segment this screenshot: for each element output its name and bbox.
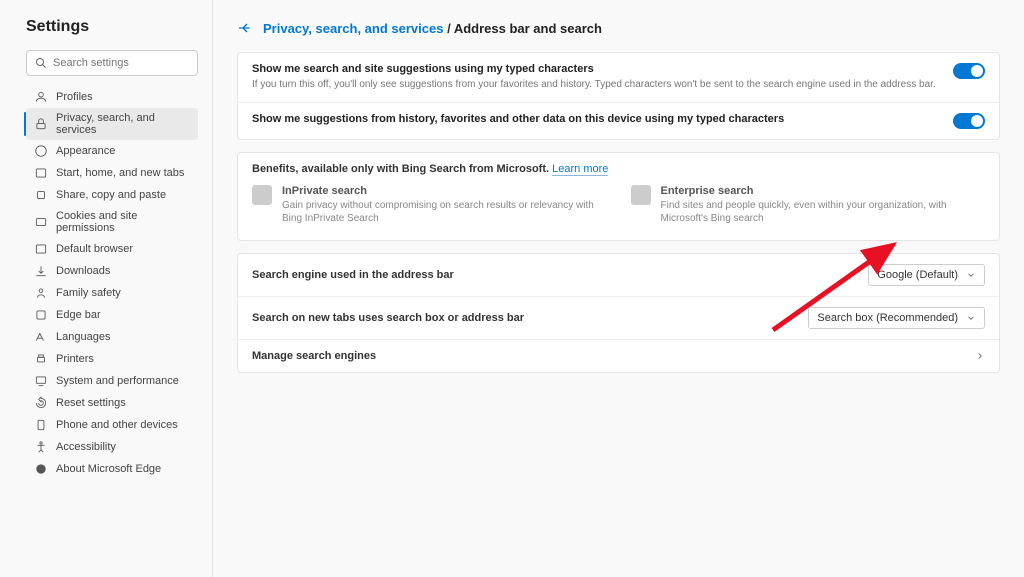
suggestions-card: Show me search and site suggestions usin… <box>237 52 1000 140</box>
benefit2-desc: Find sites and people quickly, even with… <box>661 199 986 226</box>
typed-suggestions-toggle[interactable] <box>953 63 985 79</box>
sidebar-item-label: Family safety <box>56 287 121 299</box>
search-settings-box[interactable] <box>26 50 198 76</box>
benefit1-desc: Gain privacy without compromising on sea… <box>282 199 607 226</box>
sidebar-item-system[interactable]: System and performance <box>26 370 198 392</box>
chevron-right-icon <box>975 351 985 361</box>
new-tabs-dropdown[interactable]: Search box (Recommended) <box>808 307 985 329</box>
breadcrumb-parent[interactable]: Privacy, search, and services <box>263 21 443 36</box>
system-icon <box>34 374 48 388</box>
manage-search-engines[interactable]: Manage search engines <box>238 339 999 372</box>
sidebar-item-edgebar[interactable]: Edge bar <box>26 304 198 326</box>
sidebar-item-label: About Microsoft Edge <box>56 463 161 475</box>
sidebar-item-label: Privacy, search, and services <box>56 112 190 136</box>
profile-icon <box>34 90 48 104</box>
chevron-down-icon <box>966 270 976 280</box>
history-suggestions-toggle[interactable] <box>953 113 985 129</box>
appearance-icon <box>34 144 48 158</box>
tabs-icon <box>34 166 48 180</box>
typed-suggestions-sub: If you turn this off, you'll only see su… <box>252 78 939 92</box>
sidebar-item-phone[interactable]: Phone and other devices <box>26 414 198 436</box>
search-engine-value: Google (Default) <box>877 269 958 281</box>
sidebar-item-reset[interactable]: Reset settings <box>26 392 198 414</box>
cookies-icon <box>34 215 48 229</box>
history-suggestions-title: Show me suggestions from history, favori… <box>252 113 939 125</box>
inprivate-icon <box>252 185 272 205</box>
search-engine-label: Search engine used in the address bar <box>252 269 454 281</box>
download-icon <box>34 264 48 278</box>
sidebar-item-profiles[interactable]: Profiles <box>26 86 198 108</box>
phone-icon <box>34 418 48 432</box>
share-icon <box>34 188 48 202</box>
sidebar-item-label: Downloads <box>56 265 110 277</box>
sidebar-item-label: Cookies and site permissions <box>56 210 190 234</box>
accessibility-icon <box>34 440 48 454</box>
sidebar-item-default[interactable]: Default browser <box>26 238 198 260</box>
search-engine-dropdown[interactable]: Google (Default) <box>868 264 985 286</box>
nav-list: Profiles Privacy, search, and services A… <box>26 86 198 480</box>
sidebar-item-accessibility[interactable]: Accessibility <box>26 436 198 458</box>
sidebar-item-label: Profiles <box>56 91 93 103</box>
breadcrumb-current: Address bar and search <box>454 21 602 36</box>
sidebar-item-label: Accessibility <box>56 441 116 453</box>
chevron-down-icon <box>966 313 976 323</box>
benefit1-title: InPrivate search <box>282 185 607 197</box>
typed-suggestions-title: Show me search and site suggestions usin… <box>252 63 939 75</box>
sidebar-item-label: Phone and other devices <box>56 419 178 431</box>
sidebar-item-about[interactable]: About Microsoft Edge <box>26 458 198 480</box>
browser-icon <box>34 242 48 256</box>
edgebar-icon <box>34 308 48 322</box>
sidebar-item-family[interactable]: Family safety <box>26 282 198 304</box>
sidebar-item-share[interactable]: Share, copy and paste <box>26 184 198 206</box>
printer-icon <box>34 352 48 366</box>
enterprise-icon <box>631 185 651 205</box>
edge-icon <box>34 462 48 476</box>
benefits-head-text: Benefits, available only with Bing Searc… <box>252 163 549 175</box>
search-input[interactable] <box>53 57 195 69</box>
search-icon <box>35 57 47 69</box>
sidebar-item-label: Languages <box>56 331 110 343</box>
sidebar-item-languages[interactable]: Languages <box>26 326 198 348</box>
sidebar-item-printers[interactable]: Printers <box>26 348 198 370</box>
sidebar-item-appearance[interactable]: Appearance <box>26 140 198 162</box>
search-engine-card: Search engine used in the address bar Go… <box>237 253 1000 373</box>
manage-label: Manage search engines <box>252 350 376 362</box>
back-icon[interactable] <box>237 20 253 36</box>
main-content: Privacy, search, and services / Address … <box>213 0 1024 577</box>
reset-icon <box>34 396 48 410</box>
sidebar-item-label: Start, home, and new tabs <box>56 167 184 179</box>
sidebar-item-downloads[interactable]: Downloads <box>26 260 198 282</box>
learn-more-link[interactable]: Learn more <box>552 163 608 176</box>
benefits-card: Benefits, available only with Bing Searc… <box>237 152 1000 241</box>
breadcrumb: Privacy, search, and services / Address … <box>237 20 1000 36</box>
sidebar-item-label: Default browser <box>56 243 133 255</box>
new-tabs-value: Search box (Recommended) <box>817 312 958 324</box>
sidebar-item-start[interactable]: Start, home, and new tabs <box>26 162 198 184</box>
sidebar-item-label: Share, copy and paste <box>56 189 166 201</box>
sidebar-item-label: Edge bar <box>56 309 101 321</box>
sidebar-item-label: Reset settings <box>56 397 126 409</box>
sidebar-item-label: Printers <box>56 353 94 365</box>
sidebar-item-cookies[interactable]: Cookies and site permissions <box>26 206 198 238</box>
lock-icon <box>34 117 48 131</box>
settings-title: Settings <box>26 18 198 36</box>
sidebar: Settings Profiles Privacy, search, and s… <box>0 0 213 577</box>
new-tabs-label: Search on new tabs uses search box or ad… <box>252 312 524 324</box>
language-icon <box>34 330 48 344</box>
sidebar-item-label: Appearance <box>56 145 115 157</box>
sidebar-item-privacy[interactable]: Privacy, search, and services <box>26 108 198 140</box>
sidebar-item-label: System and performance <box>56 375 179 387</box>
benefit2-title: Enterprise search <box>661 185 986 197</box>
family-icon <box>34 286 48 300</box>
